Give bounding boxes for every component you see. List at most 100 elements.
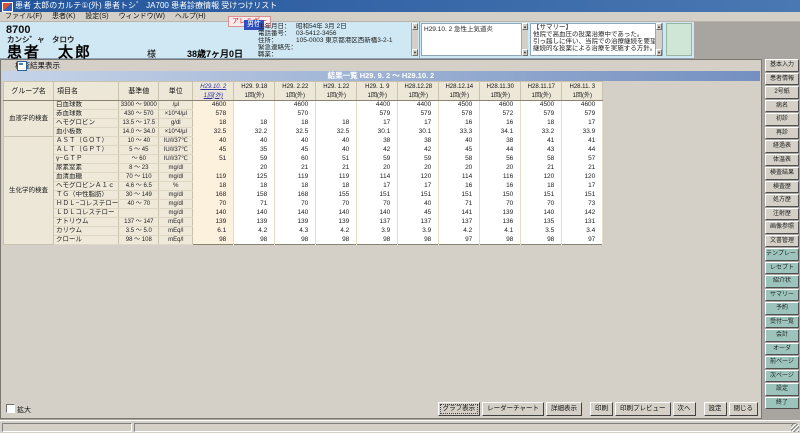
result-value: 40 — [398, 200, 439, 209]
result-value: 139 — [193, 218, 234, 227]
sidebar-button[interactable]: 経過表 — [765, 140, 799, 153]
field-value: 03-5412-3456 — [296, 30, 336, 37]
settings-button[interactable]: 設定 — [704, 402, 727, 416]
sidebar-button[interactable]: 画像参照 — [765, 221, 799, 234]
fields-scrollbar[interactable]: ▲ ▼ — [411, 23, 418, 56]
sidebar-button[interactable]: 会計 — [765, 329, 799, 342]
print-preview-button[interactable]: 印刷プレビュー — [615, 402, 671, 416]
sidebar-button[interactable]: 終了 — [765, 397, 799, 410]
date-visit-count: 1回(外) — [234, 92, 274, 100]
reference-range: 3300 ～ 9000 — [119, 101, 159, 110]
summary-line: 他院で高血圧の投薬治療中であった。 — [531, 31, 662, 38]
result-value — [316, 101, 357, 110]
bottom-button-bar: グラフ表示レーダーチャート詳細表示印刷印刷プレビュー次へ設定閉じる — [436, 401, 758, 416]
sidebar-button[interactable]: 病名 — [765, 100, 799, 113]
date-visit-count: 1回(外) — [275, 92, 315, 100]
menu-item[interactable]: 患者(K) — [47, 12, 80, 22]
result-value: 4.2 — [234, 227, 275, 236]
result-value: 58 — [439, 155, 480, 164]
reference-range: 70 ～ 110 — [119, 173, 159, 182]
print-button[interactable]: 印刷 — [590, 402, 613, 416]
result-value: 97 — [439, 236, 480, 245]
table-row: ヘモグロビン13.5 ～ 17.5g/dl1818181817171616181… — [4, 119, 603, 128]
result-value: 58 — [521, 155, 562, 164]
sidebar-button[interactable]: レセプト — [765, 262, 799, 275]
date-label: H28.12.28 — [398, 83, 438, 92]
sidebar-button[interactable]: 予約 — [765, 302, 799, 315]
sidebar-button[interactable]: 体温表 — [765, 154, 799, 167]
radar-chart-button[interactable]: レーダーチャート — [482, 402, 544, 416]
sidebar-button[interactable]: テンプレート — [765, 248, 799, 261]
menu-item[interactable]: ウィンドウ(W) — [114, 12, 170, 22]
result-value — [234, 110, 275, 119]
sidebar-button[interactable]: 基本入力 — [765, 59, 799, 72]
sidebar-button[interactable]: 検査結果 — [765, 167, 799, 180]
column-header-date[interactable]: H29.10. 21回(外) — [193, 82, 234, 101]
scroll-down-icon[interactable]: ▼ — [656, 49, 662, 56]
column-header-date[interactable]: H28.11. 31回(外) — [562, 82, 603, 101]
summary-scrollbar[interactable]: ▲ ▼ — [655, 23, 662, 56]
next-button[interactable]: 次へ — [673, 402, 696, 416]
graph-button[interactable]: グラフ表示 — [438, 402, 481, 416]
table-row: ＡＬＴ（ＧＰＴ）5 ～ 45IU/l/37℃453545404242454443… — [4, 146, 603, 155]
zoom-checkbox[interactable]: 拡大 — [6, 404, 31, 414]
sidebar-button[interactable]: 患者情報 — [765, 73, 799, 86]
column-header-date[interactable]: H29. 1. 91回(外) — [357, 82, 398, 101]
scroll-up-icon[interactable]: ▲ — [656, 23, 662, 30]
patient-field: 生年月日昭和54年 3月 2日 — [258, 23, 410, 30]
resize-grip[interactable] — [791, 424, 799, 432]
result-value: 18 — [316, 119, 357, 128]
field-label: 緊急連絡先 — [258, 44, 296, 51]
result-value: 20 — [398, 164, 439, 173]
detail-button[interactable]: 詳細表示 — [546, 402, 582, 416]
column-header-date[interactable]: H28.11.171回(外) — [521, 82, 562, 101]
result-value: 21 — [562, 164, 603, 173]
result-value: 41 — [562, 137, 603, 146]
scroll-up-icon[interactable]: ▲ — [412, 23, 418, 30]
result-value: 51 — [316, 155, 357, 164]
sidebar-button[interactable]: 設定 — [765, 383, 799, 396]
result-value: 16 — [480, 182, 521, 191]
scroll-down-icon[interactable]: ▼ — [412, 49, 418, 56]
sidebar-button[interactable]: 処方歴 — [765, 194, 799, 207]
column-header-date[interactable]: H28.12.281回(外) — [398, 82, 439, 101]
column-header-date[interactable]: H29. 2.221回(外) — [275, 82, 316, 101]
result-value: 4400 — [398, 101, 439, 110]
sidebar-button[interactable]: 紹介状 — [765, 275, 799, 288]
column-header-date[interactable]: H28.12.141回(外) — [439, 82, 480, 101]
disease-entry[interactable]: H29.10. 2 急性上気道炎 — [422, 24, 527, 33]
sidebar-button[interactable]: 注射歴 — [765, 208, 799, 221]
close-button[interactable]: 閉じる — [729, 402, 759, 416]
sidebar-button[interactable]: 検査歴 — [765, 181, 799, 194]
table-row: γ−ＧＴＰ～ 60IU/l/37℃51596051595958565857 — [4, 155, 603, 164]
column-header-date[interactable]: H28.11.301回(外) — [480, 82, 521, 101]
checkbox-icon[interactable] — [6, 404, 15, 413]
scroll-up-icon[interactable]: ▲ — [522, 23, 528, 30]
result-value: 139 — [480, 209, 521, 218]
sidebar-button[interactable]: オーダ — [765, 343, 799, 356]
sidebar-button[interactable]: サマリー — [765, 289, 799, 302]
menu-item[interactable]: ヘルプ(H) — [170, 12, 211, 22]
result-value: 20 — [439, 164, 480, 173]
result-value: 18 — [275, 119, 316, 128]
sidebar-button[interactable]: 2号紙 — [765, 86, 799, 99]
sidebar-button[interactable]: 再診 — [765, 127, 799, 140]
result-value: 98 — [398, 236, 439, 245]
result-value: 34.1 — [480, 128, 521, 137]
sidebar-button[interactable]: 初診 — [765, 113, 799, 126]
menu-item[interactable]: ファイル(F) — [0, 12, 47, 22]
column-header-date[interactable]: H29. 1.221回(外) — [316, 82, 357, 101]
sidebar-button[interactable]: 次ページ — [765, 370, 799, 383]
menu-item[interactable]: 設定(S) — [80, 12, 113, 22]
column-header-range: 基準値 — [119, 82, 159, 101]
column-header-date[interactable]: H29. 9.181回(外) — [234, 82, 275, 101]
sidebar-button[interactable]: 文書管理 — [765, 235, 799, 248]
result-value: 151 — [439, 191, 480, 200]
sidebar-button[interactable]: 受付一覧 — [765, 316, 799, 329]
scroll-down-icon[interactable]: ▼ — [522, 49, 528, 56]
patient-field: 住所105-0003 東京都港区西新橋3-2-1 — [258, 37, 410, 44]
result-value: 3.9 — [398, 227, 439, 236]
sidebar-button[interactable]: 前ページ — [765, 356, 799, 369]
result-value: 33.3 — [439, 128, 480, 137]
disease-scrollbar[interactable]: ▲ ▼ — [521, 23, 528, 56]
